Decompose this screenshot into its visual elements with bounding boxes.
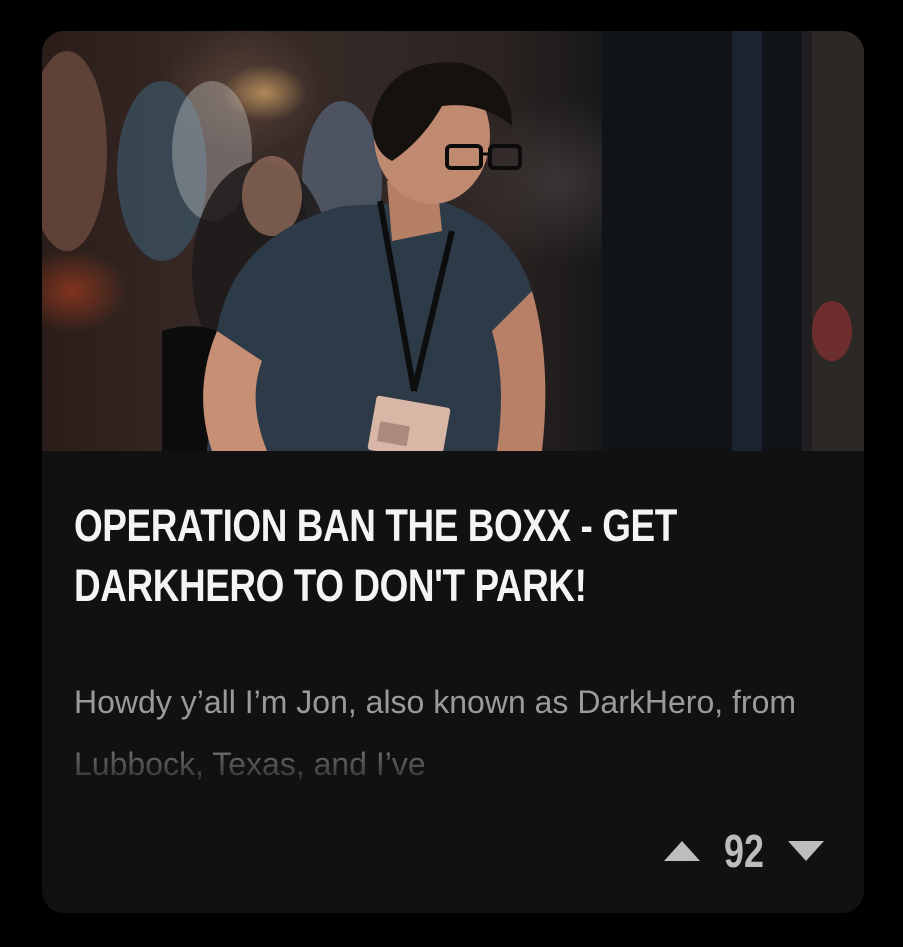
article-excerpt: Howdy y’all I’m Jon, also known as DarkH… (74, 684, 797, 781)
article-card[interactable]: OPERATION BAN THE BOXX - GET DARKHERO TO… (42, 31, 864, 913)
article-image[interactable] (42, 31, 864, 451)
upvote-button[interactable] (662, 831, 702, 871)
triangle-up-icon (664, 841, 700, 861)
downvote-button[interactable] (786, 831, 826, 871)
vote-count: 92 (724, 825, 764, 877)
article-title[interactable]: OPERATION BAN THE BOXX - GET DARKHERO TO… (74, 496, 834, 616)
vote-control: 92 (662, 823, 826, 879)
triangle-down-icon (788, 841, 824, 861)
photo-illustration (42, 31, 864, 451)
